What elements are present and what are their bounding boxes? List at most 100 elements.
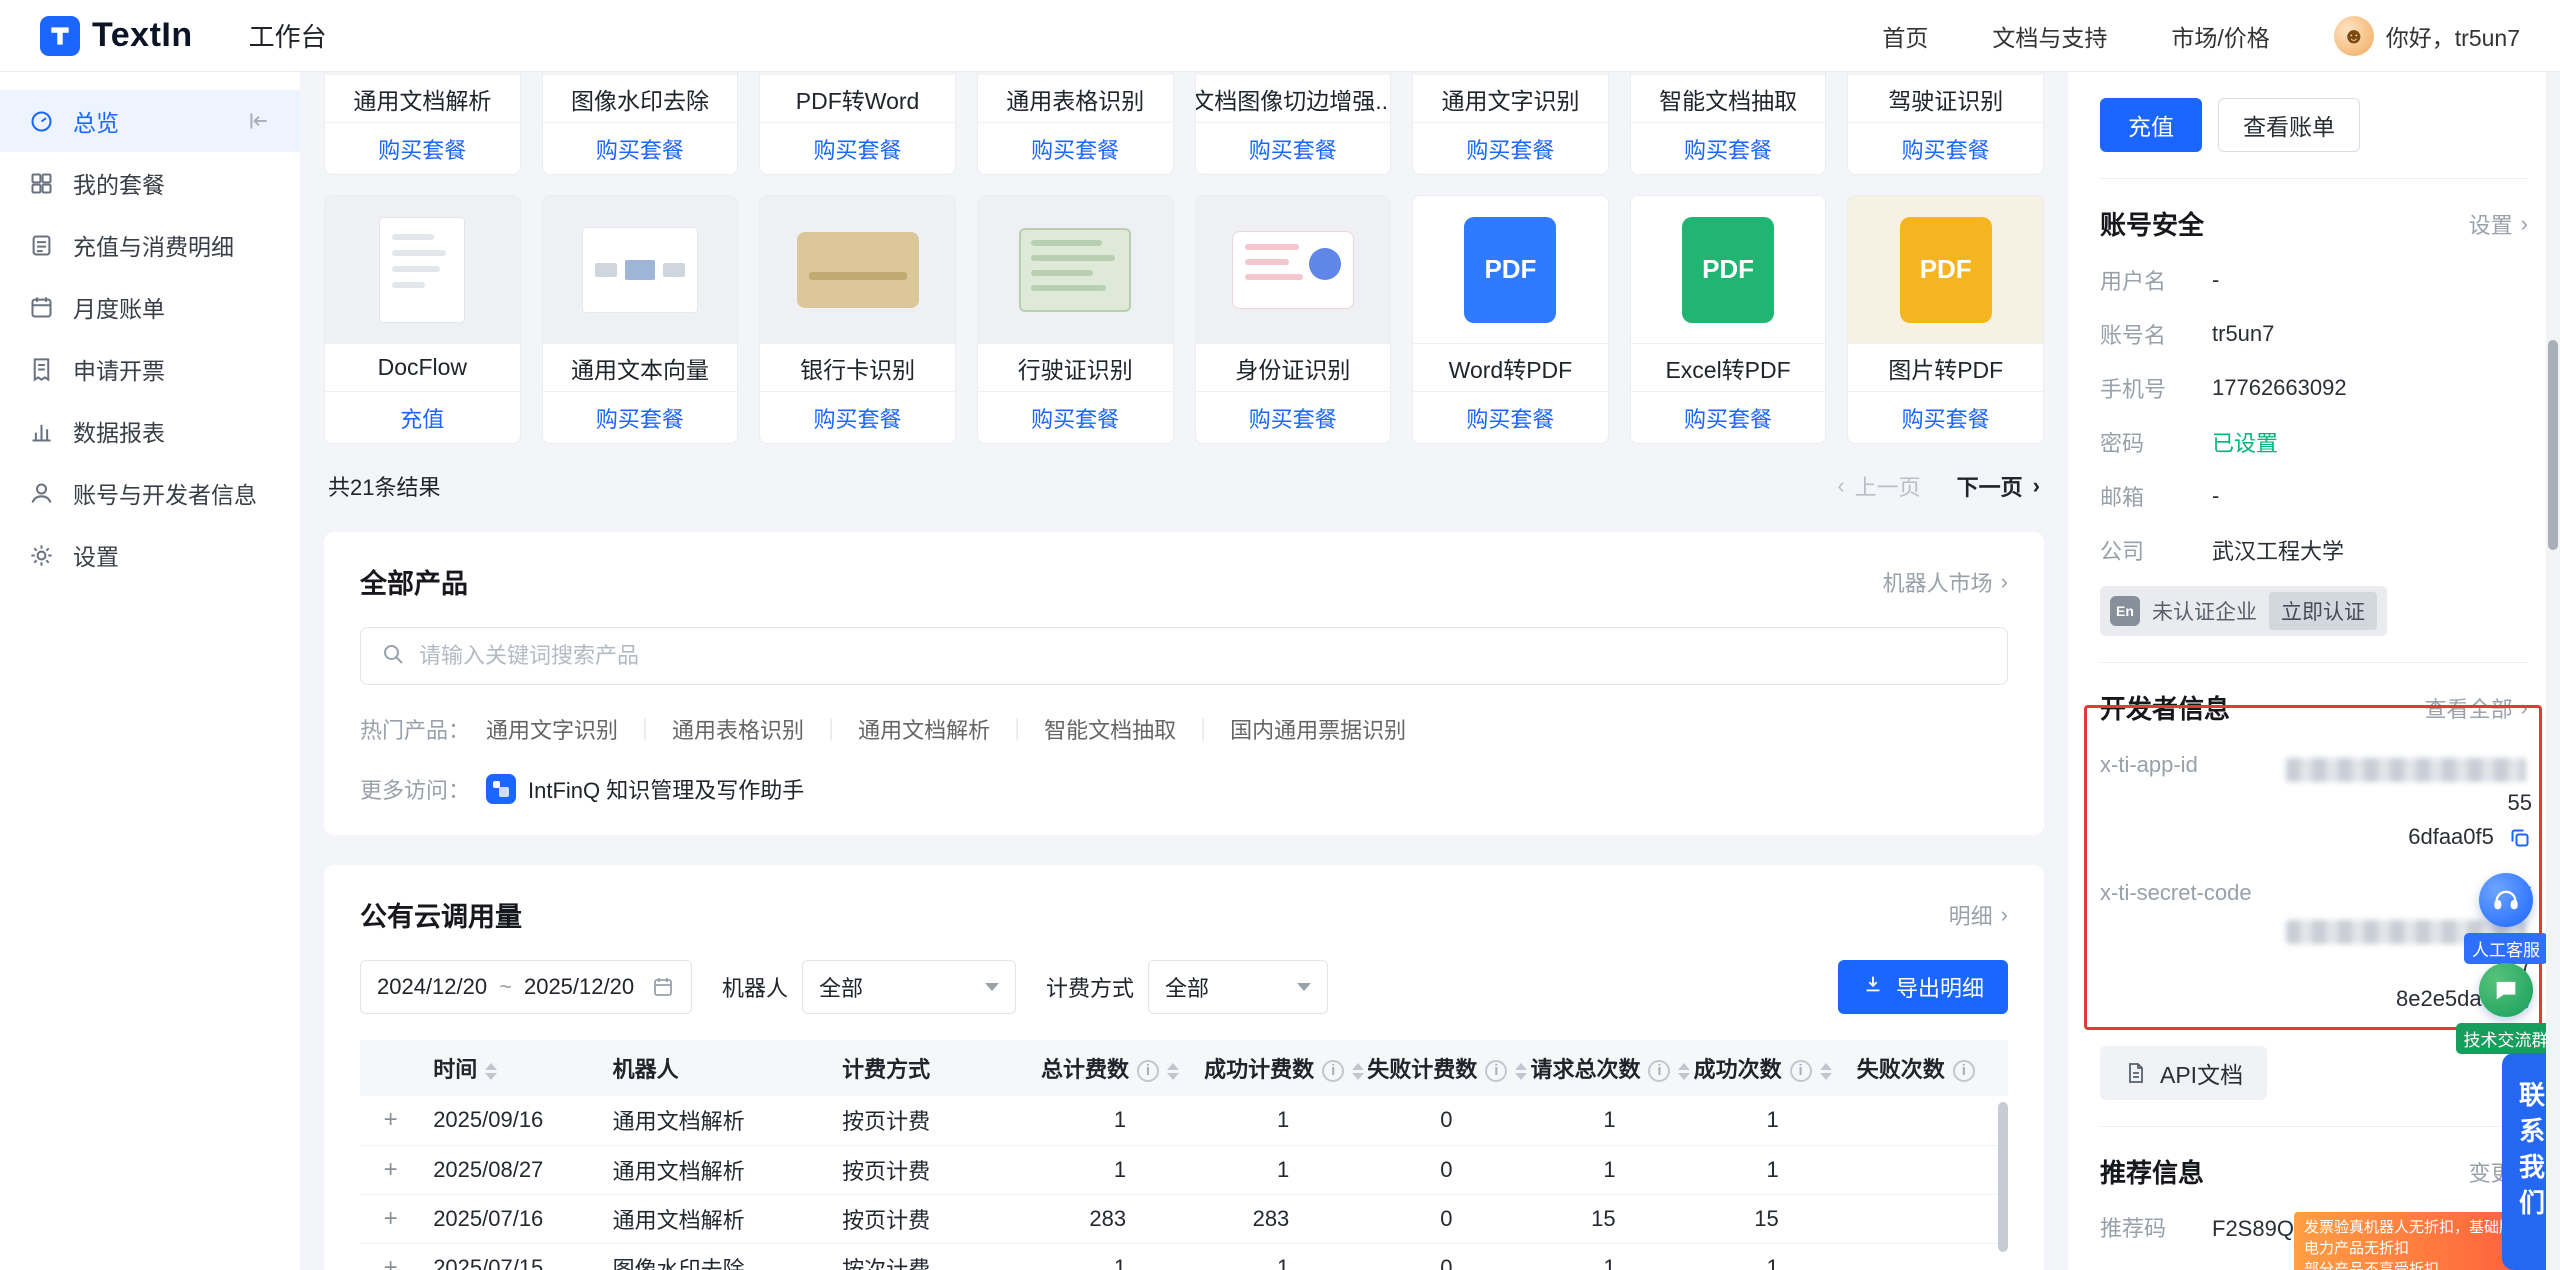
brand-logo[interactable]: TextIn — [40, 16, 193, 56]
buy-plan-link[interactable]: 购买套餐 — [760, 391, 955, 443]
sort-icon[interactable] — [1352, 1063, 1364, 1080]
security-settings-link[interactable]: 设置› — [2469, 208, 2528, 240]
recharge-link[interactable]: 充值 — [325, 391, 520, 443]
nav-docs-support[interactable]: 文档与支持 — [1992, 19, 2107, 53]
page-scrollbar-thumb[interactable] — [2548, 340, 2558, 550]
product-card[interactable]: 通用表格识别购买套餐 — [977, 72, 1174, 175]
product-card-image-to-pdf[interactable]: PDF 图片转PDF 购买套餐 — [1847, 195, 2044, 444]
view-bill-button[interactable]: 查看账单 — [2218, 98, 2360, 152]
intfinq-link[interactable]: IntFinQ 知识管理及写作助手 — [486, 773, 804, 805]
sidebar-item-label: 数据报表 — [73, 414, 165, 448]
buy-plan-link[interactable]: 购买套餐 — [1413, 122, 1608, 174]
product-card-bankcard[interactable]: 银行卡识别 购买套餐 — [759, 195, 956, 444]
info-icon[interactable] — [1322, 1060, 1344, 1082]
customer-service-label[interactable]: 人工客服 — [2464, 933, 2548, 964]
billing-filter-select[interactable]: 全部 — [1148, 960, 1328, 1014]
hot-product-link[interactable]: 国内通用票据识别 — [1230, 713, 1406, 745]
hot-product-link[interactable]: 通用文档解析 — [858, 713, 990, 745]
sort-icon[interactable] — [1678, 1063, 1690, 1080]
product-card-text-vector[interactable]: 通用文本向量 购买套餐 — [542, 195, 739, 444]
sidebar-item-monthly-bill[interactable]: 月度账单 — [0, 276, 300, 338]
export-detail-button[interactable]: 导出明细 — [1838, 960, 2008, 1014]
table-scrollbar[interactable] — [1998, 1102, 2008, 1252]
row-expander[interactable]: + — [360, 1145, 421, 1194]
buy-plan-link[interactable]: 购买套餐 — [543, 391, 738, 443]
sidebar-item-account-developer[interactable]: 账号与开发者信息 — [0, 462, 300, 524]
buy-plan-link[interactable]: 购买套餐 — [1413, 391, 1608, 443]
sidebar-item-label: 月度账单 — [73, 290, 165, 324]
recharge-button[interactable]: 充值 — [2100, 98, 2202, 152]
user-menu[interactable]: ☻ 你好，tr5un7 — [2334, 16, 2520, 56]
tech-group-widget[interactable]: 技术交流群 — [2460, 963, 2552, 1054]
product-card[interactable]: PDF转Word购买套餐 — [759, 72, 956, 175]
sidebar-item-my-plans[interactable]: 我的套餐 — [0, 152, 300, 214]
buy-plan-link[interactable]: 购买套餐 — [325, 122, 520, 174]
date-range-picker[interactable]: 2024/12/20 ~ 2025/12/20 — [360, 960, 692, 1014]
buy-plan-link[interactable]: 购买套餐 — [760, 122, 955, 174]
sidebar-item-invoice[interactable]: 申请开票 — [0, 338, 300, 400]
chevron-down-icon — [985, 983, 999, 991]
robot-filter-select[interactable]: 全部 — [802, 960, 1016, 1014]
tech-group-label[interactable]: 技术交流群 — [2456, 1023, 2557, 1054]
sidebar-item-recharge-detail[interactable]: 充值与消费明细 — [0, 214, 300, 276]
robot-market-link[interactable]: 机器人市场› — [1883, 566, 2008, 598]
intfinq-icon — [486, 774, 516, 804]
customer-service-widget[interactable]: 人工客服 — [2460, 873, 2552, 964]
product-card[interactable]: 通用文档解析购买套餐 — [324, 72, 521, 175]
product-card[interactable]: 文档图像切边增强...购买套餐 — [1195, 72, 1392, 175]
page-scrollbar-track[interactable] — [2546, 72, 2560, 1270]
product-title: 文档图像切边增强... — [1196, 75, 1391, 122]
info-icon[interactable] — [1790, 1060, 1812, 1082]
info-icon[interactable] — [1137, 1060, 1159, 1082]
product-card[interactable]: 图像水印去除购买套餐 — [542, 72, 739, 175]
sidebar-item-data-report[interactable]: 数据报表 — [0, 400, 300, 462]
sort-icon[interactable] — [1820, 1063, 1832, 1080]
nav-home[interactable]: 首页 — [1882, 19, 1928, 53]
product-card-docflow[interactable]: DocFlow 充值 — [324, 195, 521, 444]
buy-plan-link[interactable]: 购买套餐 — [1631, 391, 1826, 443]
info-icon[interactable] — [1953, 1060, 1975, 1082]
hot-product-link[interactable]: 通用表格识别 — [672, 713, 804, 745]
buy-plan-link[interactable]: 购买套餐 — [978, 391, 1173, 443]
bar-chart-icon — [28, 418, 55, 445]
product-card-word-to-pdf[interactable]: PDF Word转PDF 购买套餐 — [1412, 195, 1609, 444]
buy-plan-link[interactable]: 购买套餐 — [543, 122, 738, 174]
product-card[interactable]: 驾驶证识别购买套餐 — [1847, 72, 2044, 175]
nav-market-pricing[interactable]: 市场/价格 — [2171, 19, 2269, 53]
product-card-idcard[interactable]: 身份证识别 购买套餐 — [1195, 195, 1392, 444]
headset-icon[interactable] — [2479, 873, 2533, 927]
search-input[interactable] — [419, 643, 1987, 669]
sidebar-item-overview[interactable]: 总览 — [0, 90, 300, 152]
usage-detail-link[interactable]: 明细› — [1949, 899, 2008, 931]
buy-plan-link[interactable]: 购买套餐 — [978, 122, 1173, 174]
chat-icon[interactable] — [2479, 963, 2533, 1017]
view-all-link[interactable]: 查看全部› — [2425, 692, 2528, 724]
product-search-box[interactable] — [360, 627, 2008, 685]
product-card[interactable]: 通用文字识别购买套餐 — [1412, 72, 1609, 175]
product-card-driving-license[interactable]: 行驶证识别 购买套餐 — [977, 195, 1174, 444]
api-doc-button[interactable]: API文档 — [2100, 1046, 2267, 1100]
sort-icon[interactable] — [485, 1063, 497, 1080]
product-card-excel-to-pdf[interactable]: PDF Excel转PDF 购买套餐 — [1630, 195, 1827, 444]
buy-plan-link[interactable]: 购买套餐 — [1848, 122, 2043, 174]
sidebar-item-settings[interactable]: 设置 — [0, 524, 300, 586]
product-card[interactable]: 智能文档抽取购买套餐 — [1630, 72, 1827, 175]
row-expander[interactable]: + — [360, 1194, 421, 1243]
hot-product-link[interactable]: 智能文档抽取 — [1044, 713, 1176, 745]
prev-page-button[interactable]: ‹上一页 — [1837, 470, 1920, 502]
buy-plan-link[interactable]: 购买套餐 — [1196, 391, 1391, 443]
sidebar-collapse-icon[interactable] — [246, 108, 272, 134]
sort-icon[interactable] — [1167, 1063, 1179, 1080]
buy-plan-link[interactable]: 购买套餐 — [1196, 122, 1391, 174]
row-expander[interactable]: + — [360, 1096, 421, 1145]
info-icon[interactable] — [1648, 1060, 1670, 1082]
buy-plan-link[interactable]: 购买套餐 — [1631, 122, 1826, 174]
info-icon[interactable] — [1485, 1060, 1507, 1082]
buy-plan-link[interactable]: 购买套餐 — [1848, 391, 2043, 443]
certify-now-button[interactable]: 立即认证 — [2269, 592, 2377, 630]
hot-product-link[interactable]: 通用文字识别 — [486, 713, 618, 745]
next-page-button[interactable]: 下一页› — [1957, 470, 2040, 502]
sort-icon[interactable] — [1515, 1063, 1527, 1080]
copy-icon[interactable] — [2508, 826, 2532, 850]
row-expander[interactable]: + — [360, 1243, 421, 1270]
